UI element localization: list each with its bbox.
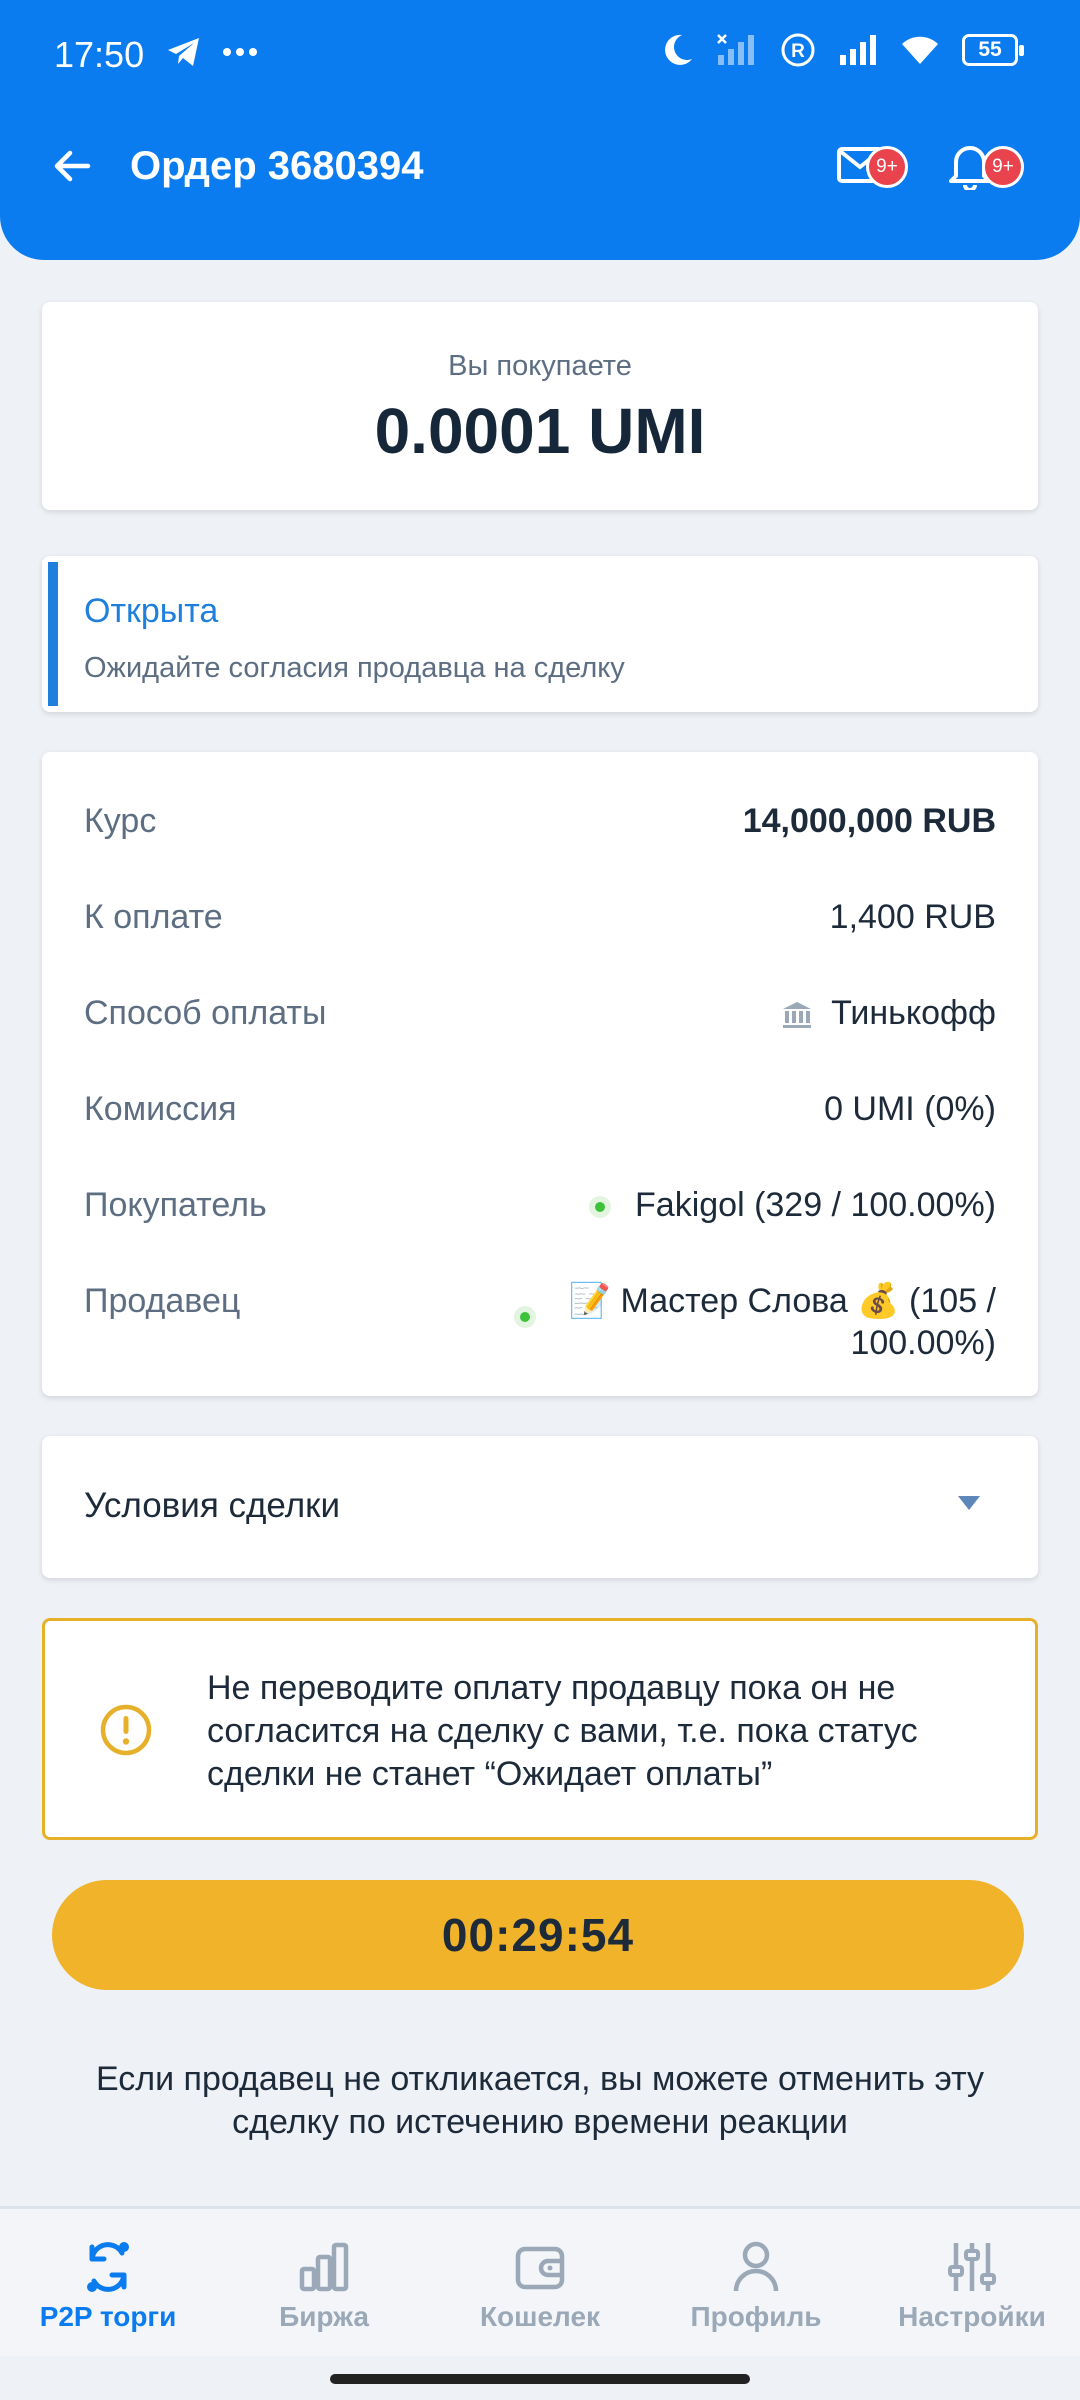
roaming-r-icon: R (781, 33, 815, 67)
detail-row-rate: Курс 14,000,000 RUB (84, 802, 996, 862)
status-bar: 17:50 R 55 (0, 0, 1080, 110)
wallet-icon (515, 2246, 565, 2290)
detail-label: Покупатель (84, 1186, 267, 1224)
payment-warning: Не переводите оплату продавцу пока он не… (42, 1618, 1038, 1840)
warning-icon (100, 1704, 152, 1756)
messages-badge: 9+ (866, 146, 908, 188)
gesture-bar[interactable] (330, 2374, 750, 2384)
notifications-badge: 9+ (982, 146, 1024, 188)
nav-label: P2P торги (39, 2301, 177, 2332)
nav-exchange[interactable]: Биржа (216, 2209, 432, 2359)
battery-icon: 55 (962, 34, 1024, 66)
detail-row-payment-method: Способ оплаты Тинькофф (84, 994, 996, 1054)
wifi-icon (902, 36, 938, 64)
online-status-icon (514, 1306, 536, 1328)
status-accent-bar (48, 562, 58, 706)
bottom-navigation: P2P торги Биржа Кошелек Профиль Настройк… (0, 2206, 1080, 2356)
detail-row-fee: Комиссия 0 UMI (0%) (84, 1090, 996, 1150)
nav-settings[interactable]: Настройки (864, 2209, 1080, 2359)
signal-icon (840, 35, 876, 65)
payment-method-name: Тинькофф (831, 994, 996, 1032)
nav-profile[interactable]: Профиль (648, 2209, 864, 2359)
detail-label: Курс (84, 802, 157, 840)
nav-label: Кошелек (479, 2301, 601, 2332)
purchase-amount: 0.0001 UMI (374, 395, 706, 467)
back-arrow-icon[interactable] (50, 144, 94, 188)
detail-label: К оплате (84, 898, 223, 936)
nav-p2p[interactable]: P2P торги (0, 2209, 216, 2359)
order-status-title: Открыта (84, 592, 219, 630)
nav-label: Биржа (279, 2301, 369, 2332)
more-dots-icon (223, 48, 257, 56)
reaction-timer: 00:29:54 (52, 1880, 1024, 1990)
notifications-button[interactable]: 9+ (948, 136, 1024, 196)
deal-terms-label: Условия сделки (84, 1486, 341, 1525)
signal-off-icon (717, 34, 754, 65)
nav-label: Настройки (898, 2301, 1046, 2332)
bar-chart-icon (299, 2242, 349, 2292)
p2p-exchange-icon (87, 2242, 129, 2292)
nav-wallet[interactable]: Кошелек (432, 2209, 648, 2359)
nav-label: Профиль (690, 2301, 822, 2332)
online-status-icon (589, 1196, 612, 1219)
svg-text:R: R (791, 41, 805, 62)
buyer-name[interactable]: Fakigol (329 / 100.00%) (635, 1186, 996, 1224)
cancel-hint: Если продавец не откликается, вы можете … (95, 2060, 985, 2141)
user-icon (733, 2241, 779, 2292)
order-details-card: Курс 14,000,000 RUB К оплате 1,400 RUB С… (42, 752, 1038, 1396)
order-status-card: Открыта Ожидайте согласия продавца на сд… (42, 556, 1038, 712)
detail-row-buyer: Покупатель Fakigol (329 / 100.00%) (84, 1186, 996, 1246)
deal-terms-accordion[interactable]: Условия сделки (42, 1436, 1038, 1578)
detail-value: 14,000,000 RUB (742, 802, 996, 840)
app-header: 17:50 R 55 Ордер 3680394 9+ 9+ (0, 0, 1080, 260)
detail-label: Способ оплаты (84, 994, 327, 1032)
moon-icon (665, 34, 692, 65)
chevron-down-icon (958, 1496, 980, 1510)
messages-button[interactable]: 9+ (836, 136, 908, 196)
order-status-description: Ожидайте согласия продавца на сделку (84, 652, 625, 684)
warning-text: Не переводите оплату продавцу пока он не… (207, 1669, 918, 1793)
page-title: Ордер 3680394 (130, 144, 424, 188)
status-time: 17:50 (54, 34, 145, 75)
detail-row-seller: Продавец 📝 Мастер Слова 💰 (105 / 100.00%… (84, 1282, 996, 1378)
detail-label: Продавец (84, 1282, 241, 1320)
purchase-summary-card: Вы покупаете 0.0001 UMI (42, 302, 1038, 510)
detail-label: Комиссия (84, 1090, 237, 1128)
sliders-icon (948, 2243, 996, 2291)
telegram-icon (168, 38, 199, 66)
detail-value: 0 UMI (0%) (824, 1090, 996, 1128)
bank-icon (783, 1002, 812, 1029)
seller-name[interactable]: 📝 Мастер Слова 💰 (105 / 100.00%) (569, 1280, 996, 1364)
detail-row-payment-amount: К оплате 1,400 RUB (84, 898, 996, 958)
detail-value: 1,400 RUB (829, 898, 996, 936)
purchase-label: Вы покупаете (448, 350, 632, 382)
